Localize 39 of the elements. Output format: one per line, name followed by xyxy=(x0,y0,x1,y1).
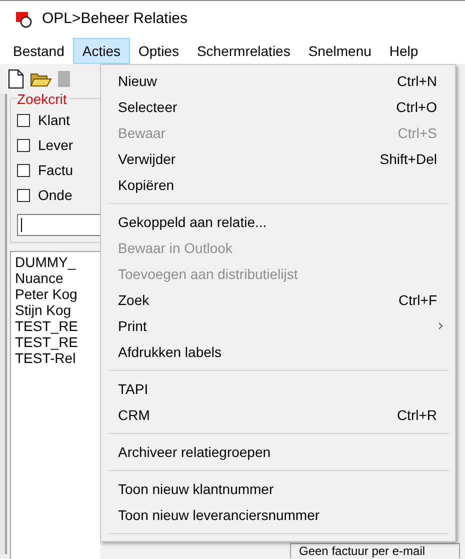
list-item[interactable]: TEST_RE xyxy=(15,318,100,334)
list-item[interactable]: Nuance xyxy=(15,270,100,286)
menu-item[interactable]: Gekoppeld aan relatie... xyxy=(103,209,453,235)
list-item[interactable]: TEST-Rel xyxy=(15,350,100,366)
new-file-icon[interactable] xyxy=(8,69,24,89)
list-item[interactable]: TEST_RE xyxy=(15,334,100,350)
checkbox[interactable] xyxy=(17,188,30,202)
app-icon xyxy=(16,12,34,28)
checkbox[interactable] xyxy=(17,114,30,126)
menu-title[interactable]: Acties xyxy=(73,38,130,64)
window-title: OPL>Beheer Relaties xyxy=(42,9,188,30)
menu-item[interactable]: Kopiëren xyxy=(103,172,453,198)
menu-item[interactable]: Zoek Ctrl+F xyxy=(103,287,453,313)
menu-title[interactable]: Opties xyxy=(130,38,188,64)
bottom-field: Geen factuur per e-mail xyxy=(290,543,460,558)
checkbox-label: Klant xyxy=(38,110,70,130)
menu-item[interactable]: Toon nieuw leveranciersnummer xyxy=(103,502,453,528)
menu-title[interactable]: Schermrelaties xyxy=(188,38,300,64)
menu-item[interactable]: Archiveer relatiegroepen xyxy=(103,439,453,465)
checkbox-label: Onde xyxy=(38,186,72,204)
menu-title[interactable]: Snelmenu xyxy=(299,38,380,64)
menu-item[interactable]: Print xyxy=(103,313,453,339)
menu-item[interactable]: Verwijder Shift+Del xyxy=(103,146,453,172)
list-item[interactable]: DUMMY_ xyxy=(15,254,100,270)
checkbox[interactable] xyxy=(17,164,30,176)
menu-item[interactable]: CRM Ctrl+R xyxy=(103,402,453,428)
list-item[interactable]: Stijn Kog xyxy=(15,302,100,318)
menu-title[interactable]: Help xyxy=(380,38,428,64)
list-item[interactable]: Peter Kog xyxy=(15,286,100,302)
menu-item[interactable]: Toon nieuw klantnummer xyxy=(103,476,453,502)
search-field[interactable] xyxy=(17,214,100,236)
checkbox-label: Lever xyxy=(38,136,74,154)
menu-item[interactable]: Afdrukken labels xyxy=(103,339,453,365)
menu-title[interactable]: Bestand xyxy=(4,38,74,64)
menu-item[interactable]: Selecteer Ctrl+O xyxy=(103,94,453,120)
checkbox[interactable] xyxy=(17,138,30,152)
menu-item[interactable]: TAPI xyxy=(103,376,453,402)
menu-item[interactable]: Nieuw Ctrl+N xyxy=(103,68,453,94)
checkbox-label: Factu xyxy=(38,160,74,180)
